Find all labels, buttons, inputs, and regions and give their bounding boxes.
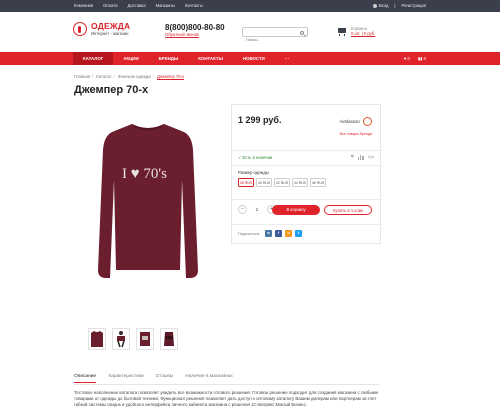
- twitter-icon[interactable]: t: [295, 230, 303, 237]
- auth-links: Вход | Регистрация: [372, 2, 426, 10]
- brand-products-link[interactable]: Все товары бренда: [340, 132, 372, 136]
- cart-icon: [337, 28, 347, 36]
- size-options: 38 RUS 40 RUS 42 RUS 44 RUS 46 RUS: [238, 178, 326, 187]
- compare-bars-icon[interactable]: [357, 154, 364, 160]
- logo-title: ОДЕЖДА: [91, 21, 131, 31]
- divider: [74, 384, 380, 385]
- print-text: I ♥ 70's: [122, 166, 167, 182]
- share-label: Поделиться:: [238, 231, 261, 236]
- divider: [232, 150, 382, 151]
- nav-item-news[interactable]: НОВОСТИ: [233, 52, 275, 65]
- vk-icon[interactable]: в: [265, 230, 273, 237]
- search-box: [242, 27, 308, 44]
- nav-item-more[interactable]: ···: [275, 52, 299, 65]
- tab-characteristics[interactable]: Характеристики: [108, 374, 144, 383]
- compare-count: 0: [423, 56, 426, 61]
- callback-link[interactable]: Обратный звонок: [165, 32, 225, 38]
- search-icon[interactable]: [300, 30, 304, 35]
- top-link-contacts[interactable]: Контакты: [185, 2, 203, 10]
- availability-status: ✓Есть в наличии: [238, 155, 272, 160]
- logo[interactable]: ОДЕЖДА Интернет - магазин: [73, 22, 130, 36]
- favorites-count: 0: [407, 56, 410, 61]
- login-label: Вход: [378, 3, 389, 8]
- divider: [232, 165, 382, 166]
- brand-logo[interactable]: Aimlasson: [340, 117, 372, 126]
- quantity-value[interactable]: 1: [252, 207, 262, 212]
- thumbnail[interactable]: [112, 328, 130, 350]
- thumbnail[interactable]: [88, 328, 106, 350]
- size-label: Размер одежды: [238, 170, 269, 175]
- size-option-46[interactable]: 46 RUS: [310, 178, 326, 187]
- share-block: Поделиться: в f о t: [238, 230, 303, 237]
- nav-item-sales[interactable]: АКЦИИ: [113, 52, 148, 65]
- phone-number: 8(800)800-80-80: [165, 23, 225, 32]
- odnoklassniki-icon[interactable]: о: [285, 230, 293, 237]
- availability-text: Есть в наличии: [242, 155, 273, 160]
- main-nav: КАТАЛОГ АКЦИИ БРЕНДЫ КОНТАКТЫ НОВОСТИ ··…: [0, 52, 500, 65]
- buy-one-click-button[interactable]: Купить в 1 клик: [324, 205, 372, 215]
- buy-panel: 1 299 руб. Aimlasson Все товары бренда ✓…: [231, 104, 382, 244]
- quantity-decrease-button[interactable]: −: [238, 205, 247, 214]
- user-icon: [372, 3, 377, 8]
- tab-reviews[interactable]: Отзывы: [156, 374, 174, 383]
- thumbnail[interactable]: [136, 328, 154, 350]
- check-icon: ✓: [238, 155, 242, 160]
- tab-availability[interactable]: Наличие в магазинах: [185, 374, 233, 383]
- logo-icon: [73, 22, 87, 36]
- top-link-payment[interactable]: Оплата: [103, 2, 117, 10]
- favorite-heart-icon[interactable]: ♥: [350, 154, 354, 160]
- breadcrumb: Главная / Каталог / Женская одежда / Джемпе…: [74, 74, 185, 79]
- phone-block: 8(800)800-80-80 Обратный звонок: [165, 23, 225, 38]
- breadcrumb-category[interactable]: Женская одежда: [118, 74, 151, 79]
- logo-subtitle: Интернет - магазин: [91, 31, 129, 36]
- cart-summary[interactable]: 0 шт. | 0 руб.: [351, 31, 375, 37]
- login-link[interactable]: Вход: [372, 2, 389, 10]
- separator: |: [394, 3, 396, 8]
- nav-favorites[interactable]: ♥ 0: [404, 52, 410, 65]
- product-tabs: Описание Характеристики Отзывы Наличие в…: [74, 374, 233, 383]
- product-description: Тестовое наполнение каталога позволяет у…: [74, 390, 378, 407]
- product-price: 1 299 руб.: [238, 115, 282, 125]
- nav-counters: ♥ 0 ▮▮ 0: [404, 52, 426, 65]
- nav-item-contacts[interactable]: КОНТАКТЫ: [188, 52, 233, 65]
- nav-item-catalog[interactable]: КАТАЛОГ: [73, 52, 114, 65]
- thumbnail[interactable]: [160, 328, 178, 350]
- nav-compare[interactable]: ▮▮ 0: [418, 52, 426, 65]
- top-link-delivery[interactable]: Доставка: [128, 2, 146, 10]
- product-image[interactable]: I ♥ 70's: [92, 120, 204, 285]
- search-input[interactable]: [243, 35, 297, 44]
- product-actions: ♥ Cpr: [350, 154, 374, 160]
- thumbnail-list: [88, 328, 178, 350]
- size-option-40[interactable]: 40 RUS: [256, 178, 272, 187]
- quantity-stepper: − 1 +: [238, 205, 276, 214]
- brand-name: Aimlasson: [339, 119, 360, 124]
- register-link[interactable]: Регистрация: [402, 2, 426, 10]
- facebook-icon[interactable]: f: [275, 230, 283, 237]
- top-links: Компания Оплата Доставка Магазины Контак…: [74, 2, 203, 10]
- size-option-42[interactable]: 42 RUS: [274, 178, 290, 187]
- cart[interactable]: Корзина 0 шт. | 0 руб.: [337, 26, 375, 37]
- brand-block: Aimlasson Все товары бренда: [340, 117, 372, 136]
- size-option-38[interactable]: 38 RUS: [238, 178, 254, 187]
- header: ОДЕЖДА Интернет - магазин 8(800)800-80-8…: [0, 12, 500, 52]
- top-bar: Компания Оплата Доставка Магазины Контак…: [0, 0, 500, 12]
- add-to-cart-button[interactable]: В корзину: [272, 205, 320, 215]
- top-link-stores[interactable]: Магазины: [156, 2, 175, 10]
- page-title: Джемпер 70-х: [74, 84, 149, 96]
- breadcrumb-home[interactable]: Главная: [74, 74, 90, 79]
- divider: [232, 224, 382, 225]
- compare-label[interactable]: Cpr: [368, 155, 374, 159]
- tab-description[interactable]: Описание: [74, 374, 97, 383]
- breadcrumb-catalog[interactable]: Каталог: [96, 74, 111, 79]
- breadcrumb-current: Джемпер 70-х: [157, 74, 185, 79]
- nav-item-brands[interactable]: БРЕНДЫ: [149, 52, 189, 65]
- brand-icon: [362, 117, 372, 126]
- size-option-44[interactable]: 44 RUS: [292, 178, 308, 187]
- top-link-company[interactable]: Компания: [74, 2, 93, 10]
- divider: [232, 199, 382, 200]
